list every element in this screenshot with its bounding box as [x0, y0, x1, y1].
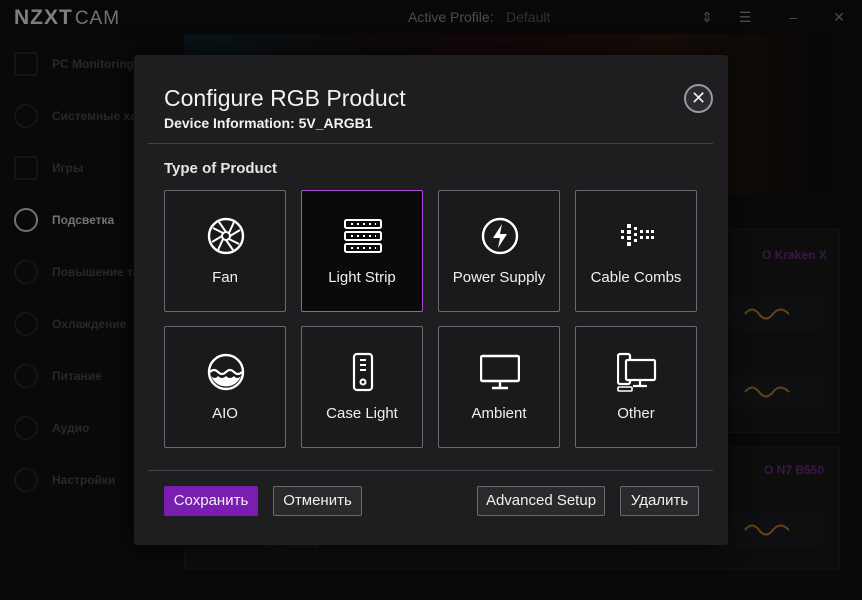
tile-label: Other — [617, 405, 655, 422]
save-button[interactable]: Сохранить — [164, 486, 258, 516]
product-tile-power-supply[interactable]: Power Supply — [438, 190, 560, 312]
product-tile-ambient[interactable]: Ambient — [438, 326, 560, 448]
app-window: NZXT CAM Active Profile: Default ⇕ ☰ – ✕ … — [0, 0, 862, 600]
tile-label: Ambient — [471, 405, 527, 422]
footer-divider — [148, 470, 713, 471]
header-divider — [148, 143, 713, 144]
fan-icon — [207, 217, 245, 255]
product-tile-cable-combs[interactable]: Cable Combs — [575, 190, 697, 312]
cancel-button[interactable]: Отменить — [273, 486, 362, 516]
tile-label: Case Light — [326, 405, 398, 422]
device-information: Device Information: 5V_ARGB1 — [164, 115, 373, 131]
advanced-setup-button[interactable]: Advanced Setup — [477, 486, 605, 516]
product-tile-aio[interactable]: AIO — [164, 326, 286, 448]
delete-button[interactable]: Удалить — [620, 486, 699, 516]
tile-label: Fan — [212, 269, 238, 286]
other-devices-icon — [617, 352, 657, 392]
power-supply-icon — [481, 217, 519, 255]
close-dialog-button[interactable]: ✕ — [684, 84, 713, 113]
configure-rgb-dialog: Configure RGB Product Device Information… — [134, 55, 728, 545]
tile-label: Light Strip — [328, 269, 396, 286]
cable-combs-icon — [621, 224, 654, 246]
product-tile-light-strip[interactable]: Light Strip — [301, 190, 423, 312]
tile-label: Cable Combs — [590, 269, 682, 286]
close-icon: ✕ — [690, 88, 707, 108]
dialog-title: Configure RGB Product — [164, 85, 406, 111]
tile-label: AIO — [212, 405, 238, 422]
product-tile-fan[interactable]: Fan — [164, 190, 286, 312]
light-strip-icon — [344, 219, 382, 253]
ambient-monitor-icon — [480, 354, 520, 390]
section-label: Type of Product — [164, 160, 278, 177]
case-light-icon — [352, 352, 374, 392]
product-tile-other[interactable]: Other — [575, 326, 697, 448]
aio-icon — [207, 353, 245, 391]
tile-label: Power Supply — [452, 269, 546, 286]
product-tile-case-light[interactable]: Case Light — [301, 326, 423, 448]
